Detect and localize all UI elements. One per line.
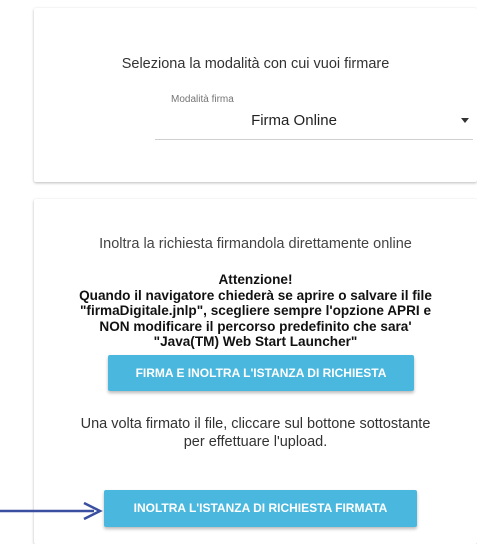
upload-instructions: Una volta firmato il file, cliccare sul … [34, 415, 477, 451]
warning-line: NON modificare il percorso predefinito c… [99, 318, 412, 334]
signature-mode-select[interactable]: Modalità firma Firma Online [155, 94, 473, 140]
submit-signed-request-button[interactable]: INOLTRA L'ISTANZA DI RICHIESTA FIRMATA [104, 490, 417, 527]
warning-line: "Java(TM) Web Start Launcher" [153, 334, 358, 350]
upload-instructions-line: per effettuare l'upload. [183, 434, 328, 450]
signature-mode-label: Modalità firma [171, 94, 234, 105]
select-underline [155, 139, 473, 140]
signature-mode-value: Firma Online [251, 112, 337, 129]
arrow-right-icon [0, 502, 103, 520]
signature-mode-title: Seleziona la modalità con cui vuoi firma… [121, 56, 390, 72]
warning-line: "firmaDigitale.jnlp", scegliere sempre l… [79, 303, 432, 319]
page: Seleziona la modalità con cui vuoi firma… [0, 0, 477, 544]
submit-request-card: Inoltra la richiesta firmandola direttam… [34, 199, 477, 544]
warning-heading: Attenzione! [218, 272, 293, 287]
warning-line: Quando il navigatore chiederà se aprire … [79, 287, 432, 303]
signature-mode-card: Seleziona la modalità con cui vuoi firma… [34, 8, 477, 182]
sign-and-submit-button[interactable]: FIRMA E INOLTRA L'ISTANZA DI RICHIESTA [108, 355, 414, 391]
warning-message: Attenzione! Quando il navigatore chieder… [34, 272, 477, 350]
caret-down-icon[interactable] [461, 118, 469, 123]
upload-instructions-line: Una volta firmato il file, cliccare sul … [80, 416, 431, 432]
submit-intro-text: Inoltra la richiesta firmandola direttam… [99, 236, 412, 252]
